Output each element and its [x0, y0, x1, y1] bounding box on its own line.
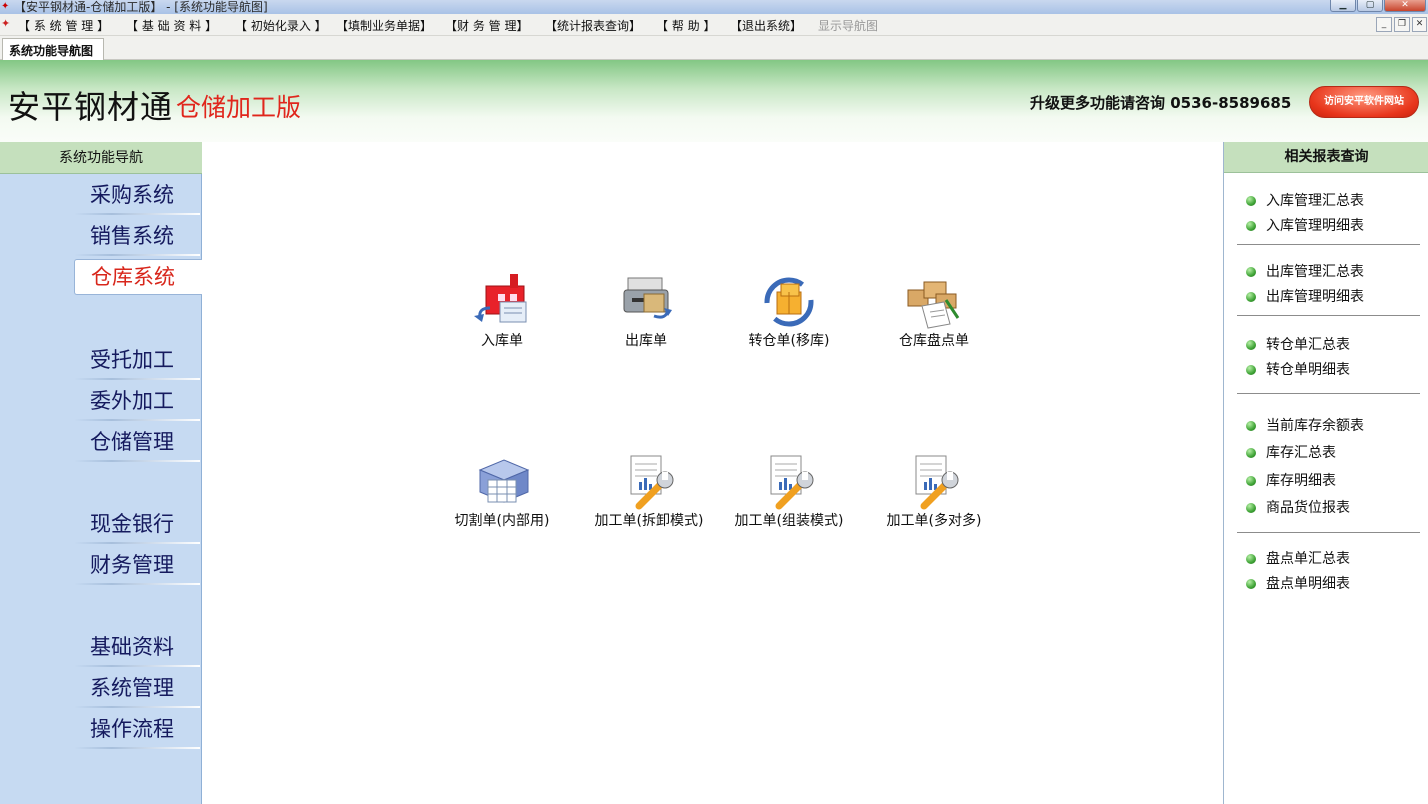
window-maximize-button[interactable]: ▢	[1357, 0, 1383, 12]
tool-label: 入库单	[481, 333, 523, 349]
tool-stock-out[interactable]: 出库单	[581, 272, 711, 350]
left-nav-header: 系统功能导航	[0, 142, 202, 174]
nav-item-cash-bank[interactable]: 现金银行	[74, 504, 202, 544]
mdi-restore-button[interactable]: ❐	[1394, 17, 1410, 32]
tool-inventory-count[interactable]: 仓库盘点单	[869, 272, 999, 350]
menu-show-navigation[interactable]: 显示导航图	[818, 17, 878, 34]
menu-exit[interactable]: 【退出系统】	[730, 17, 802, 34]
green-dot-icon	[1246, 267, 1256, 277]
green-dot-icon	[1246, 365, 1256, 375]
green-dot-icon	[1246, 421, 1256, 431]
mdi-minimize-button[interactable]: _	[1376, 17, 1392, 32]
transfer-boxes-icon	[757, 272, 821, 330]
menu-basic-data[interactable]: 【 基 础 资 料 】	[126, 17, 217, 34]
left-navigation-panel: 系统功能导航 采购系统 销售系统 仓库系统 受托加工 委外加工 仓储管理 现金银…	[0, 142, 202, 804]
green-dot-icon	[1246, 221, 1256, 231]
green-dot-icon	[1246, 292, 1256, 302]
report-link[interactable]: 盘点单汇总表	[1246, 550, 1350, 568]
tab-navigation-map[interactable]: 系统功能导航图	[2, 38, 105, 60]
tool-label: 出库单	[625, 333, 667, 349]
visit-website-button[interactable]: 访问安平软件网站	[1309, 86, 1419, 118]
nav-item-storage-management[interactable]: 仓储管理	[74, 422, 202, 462]
green-dot-icon	[1246, 196, 1256, 206]
divider	[1237, 244, 1420, 245]
menu-system-management[interactable]: 【 系 统 管 理 】	[18, 17, 109, 34]
document-wrench-icon	[902, 452, 966, 510]
green-dot-icon	[1246, 503, 1256, 513]
menu-app-icon: ✦	[1, 17, 11, 30]
cutting-machine-icon	[470, 452, 534, 510]
divider	[1237, 532, 1420, 533]
boxes-checklist-icon	[902, 272, 966, 330]
window-minimize-button[interactable]: ▁	[1330, 0, 1356, 12]
report-link[interactable]: 转仓单明细表	[1246, 361, 1350, 379]
green-dot-icon	[1246, 579, 1256, 589]
report-link[interactable]: 出库管理汇总表	[1246, 263, 1364, 281]
factory-icon	[470, 272, 534, 330]
window-title-bar: ✦ 【安平钢材通-仓储加工版】 - [系统功能导航图] ▁ ▢ ✕	[0, 0, 1428, 14]
header-banner: 安平钢材通 仓储加工版 升级更多功能请咨询 0536-8589685 访问安平软…	[0, 60, 1428, 142]
tool-label: 仓库盘点单	[899, 333, 969, 349]
nav-item-entrusted-processing[interactable]: 受托加工	[74, 340, 202, 380]
window-close-button[interactable]: ✕	[1384, 0, 1426, 12]
nav-item-warehouse[interactable]: 仓库系统	[74, 259, 202, 295]
green-dot-icon	[1246, 448, 1256, 458]
tool-label: 加工单(拆卸模式)	[594, 513, 704, 529]
report-link[interactable]: 商品货位报表	[1246, 499, 1350, 517]
report-link[interactable]: 入库管理明细表	[1246, 217, 1364, 235]
report-link[interactable]: 盘点单明细表	[1246, 575, 1350, 593]
app-icon: ✦	[1, 1, 10, 12]
green-dot-icon	[1246, 340, 1256, 350]
document-wrench-icon	[617, 452, 681, 510]
report-link[interactable]: 出库管理明细表	[1246, 288, 1364, 306]
report-link[interactable]: 当前库存余额表	[1246, 417, 1364, 435]
nav-item-basic-data[interactable]: 基础资料	[74, 627, 202, 667]
printer-icon	[614, 272, 678, 330]
report-panel-header: 相关报表查询	[1224, 142, 1428, 173]
tool-label: 切割单(内部用)	[454, 513, 550, 529]
report-link[interactable]: 库存汇总表	[1246, 444, 1336, 462]
mdi-close-button[interactable]: ✕	[1412, 17, 1427, 32]
tool-label: 转仓单(移库)	[748, 333, 830, 349]
tool-processing-disassemble[interactable]: 加工单(拆卸模式)	[584, 452, 714, 530]
report-query-panel: 相关报表查询 入库管理汇总表 入库管理明细表 出库管理汇总表 出库管理明细表 转…	[1223, 142, 1428, 804]
tool-stock-in[interactable]: 入库单	[437, 272, 567, 350]
menu-bar: ✦ 【 系 统 管 理 】 【 基 础 资 料 】 【 初始化录入 】 【填制业…	[0, 14, 1428, 36]
divider	[1237, 315, 1420, 316]
report-link[interactable]: 库存明细表	[1246, 472, 1336, 490]
brand-name: 安平钢材通	[8, 88, 174, 126]
tool-label: 加工单(组装模式)	[734, 513, 844, 529]
tool-transfer[interactable]: 转仓单(移库)	[724, 272, 854, 350]
report-link[interactable]: 转仓单汇总表	[1246, 336, 1350, 354]
tool-processing-many-to-many[interactable]: 加工单(多对多)	[869, 452, 999, 530]
nav-item-purchase[interactable]: 采购系统	[74, 175, 202, 215]
menu-report-query[interactable]: 【统计报表查询】	[545, 17, 641, 34]
window-title: 【安平钢材通-仓储加工版】 - [系统功能导航图]	[14, 0, 268, 14]
menu-business-documents[interactable]: 【填制业务单据】	[336, 17, 432, 34]
nav-item-sales[interactable]: 销售系统	[74, 216, 202, 256]
menu-finance[interactable]: 【财 务 管 理】	[445, 17, 528, 34]
tool-cutting[interactable]: 切割单(内部用)	[437, 452, 567, 530]
report-link[interactable]: 入库管理汇总表	[1246, 192, 1364, 210]
document-wrench-icon	[757, 452, 821, 510]
divider	[1237, 393, 1420, 394]
nav-item-system-management[interactable]: 系统管理	[74, 668, 202, 708]
tool-label: 加工单(多对多)	[886, 513, 982, 529]
contact-phone: 升级更多功能请咨询 0536-8589685	[1030, 94, 1292, 112]
nav-item-workflow[interactable]: 操作流程	[74, 709, 202, 749]
nav-item-outsourced-processing[interactable]: 委外加工	[74, 381, 202, 421]
nav-item-finance[interactable]: 财务管理	[74, 545, 202, 585]
green-dot-icon	[1246, 554, 1256, 564]
menu-initial-entry[interactable]: 【 初始化录入 】	[235, 17, 327, 34]
tool-processing-assemble[interactable]: 加工单(组装模式)	[724, 452, 854, 530]
edition-name: 仓储加工版	[176, 93, 302, 122]
menu-help[interactable]: 【 帮 助 】	[656, 17, 715, 34]
green-dot-icon	[1246, 476, 1256, 486]
document-tab-bar: 系统功能导航图	[0, 36, 1428, 60]
